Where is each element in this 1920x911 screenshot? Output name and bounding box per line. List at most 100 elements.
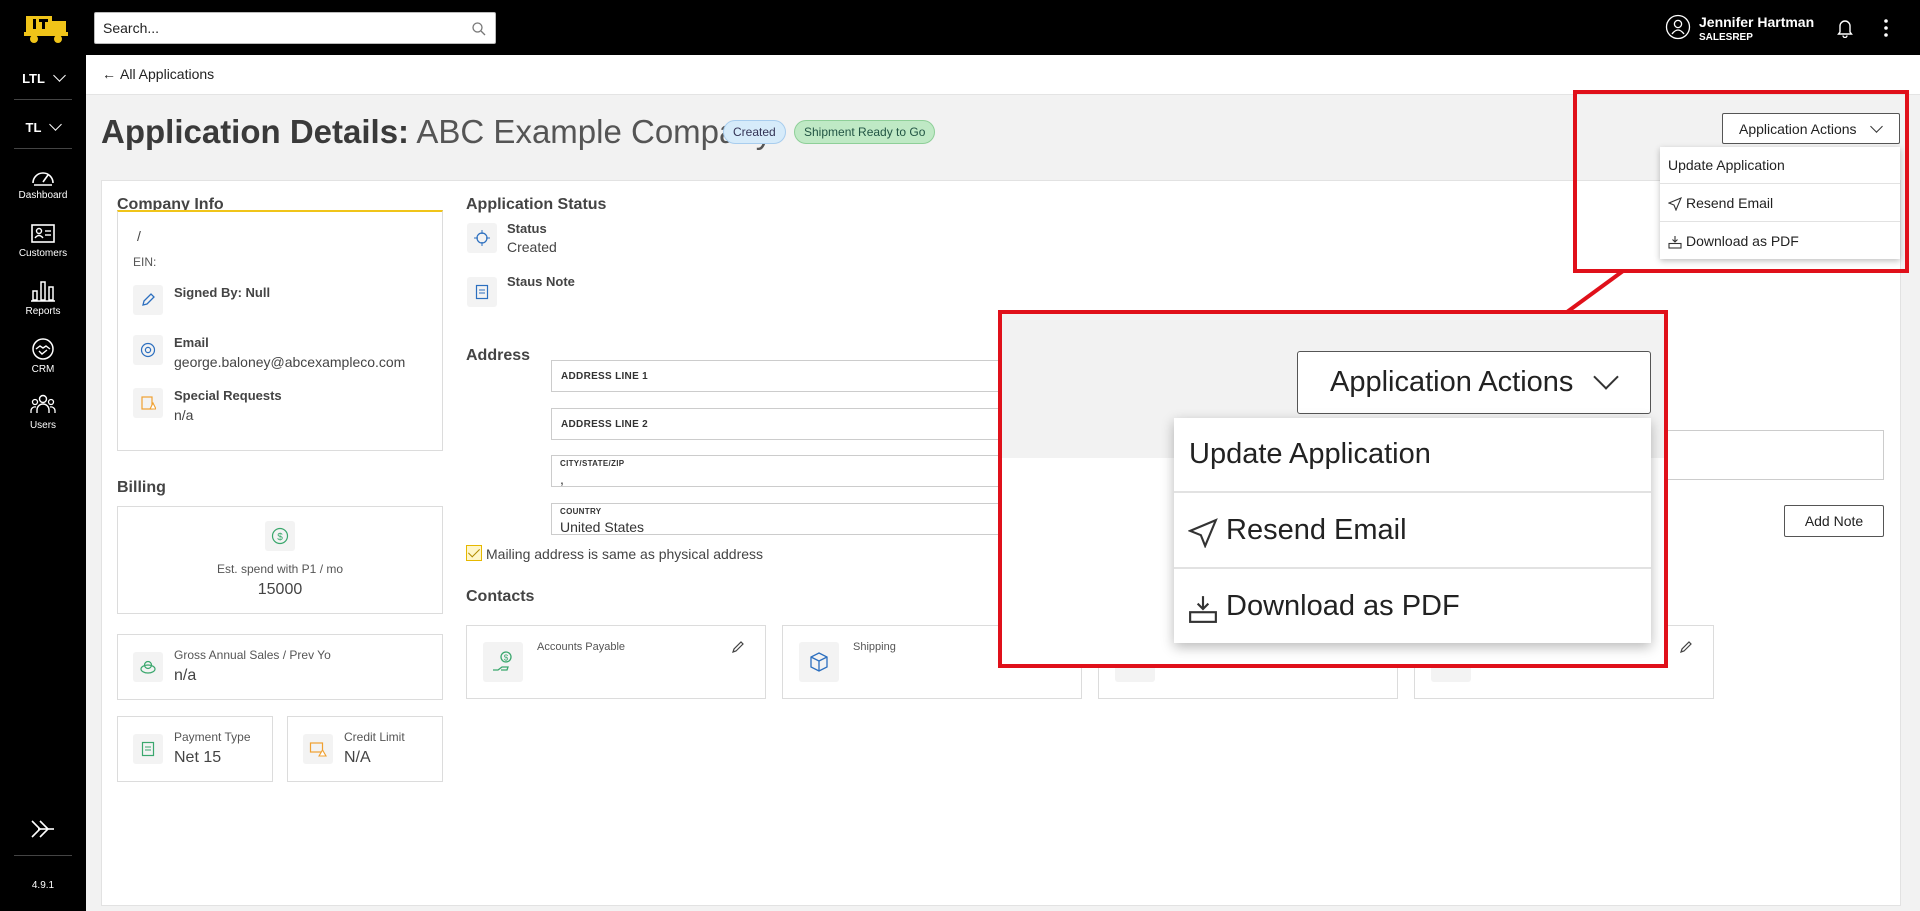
- divider: [14, 99, 72, 100]
- sidebar-dropdown-tl[interactable]: TL: [0, 118, 86, 135]
- gross-sales-card: Gross Annual Sales / Prev Yo n/a: [117, 634, 443, 700]
- mailing-same-label: Mailing address is same as physical addr…: [486, 546, 764, 562]
- edit-pencil-icon[interactable]: [731, 640, 745, 654]
- status-note-label: Staus Note: [507, 274, 575, 289]
- search-input[interactable]: [95, 13, 455, 43]
- divider: [14, 855, 72, 856]
- special-requests-label: Special Requests: [174, 388, 282, 403]
- sidebar-dropdown-ltl[interactable]: LTL: [0, 69, 86, 86]
- top-bar: Jennifer Hartman SALESREP: [0, 0, 1920, 55]
- billing-title: Billing: [117, 479, 166, 496]
- sidebar-item-reports[interactable]: Reports: [0, 279, 86, 317]
- sidebar-item-customers[interactable]: Customers: [0, 223, 86, 259]
- sidebar-item-dashboard[interactable]: Dashboard: [0, 165, 86, 201]
- chevron-down-icon: [53, 69, 66, 82]
- arrow-left-icon: ←: [102, 66, 116, 82]
- add-note-button[interactable]: Add Note: [1784, 505, 1884, 537]
- highlight-box: [1573, 90, 1909, 273]
- gauge-icon: [32, 172, 54, 186]
- sidebar-item-crm[interactable]: CRM: [0, 337, 86, 375]
- download-icon: [1189, 596, 1217, 623]
- payment-type-value: Net 15: [174, 749, 222, 766]
- expand-sidebar-icon[interactable]: [28, 817, 58, 841]
- credit-limit-value: N/A: [344, 749, 371, 766]
- more-options-icon[interactable]: [1880, 17, 1892, 39]
- package-icon: [799, 642, 839, 682]
- back-to-all-applications-link[interactable]: ← All Applications: [102, 66, 214, 82]
- zoom-application-actions-button[interactable]: Application Actions: [1297, 351, 1651, 414]
- menu-item-label: Download as PDF: [1226, 590, 1460, 622]
- contact-card-accounts-payable[interactable]: $ Accounts Payable: [466, 625, 766, 699]
- svg-text:$: $: [504, 654, 509, 663]
- sidebar-dropdown-label: TL: [25, 120, 42, 135]
- city-state-zip-value: ,: [560, 471, 564, 487]
- zoom-menu-item-download-pdf[interactable]: Download as PDF: [1174, 570, 1651, 645]
- status-badge-created: Created: [723, 120, 786, 144]
- ein-label: EIN:: [133, 255, 157, 269]
- avatar-icon: [1665, 14, 1691, 40]
- money-hand-icon: $: [483, 642, 523, 682]
- users-icon: [30, 394, 56, 413]
- chevron-down-icon: [49, 118, 63, 131]
- zoom-callout: Application Actions Update Application R…: [998, 310, 1668, 668]
- est-spend-label: Est. spend with P1 / mo: [216, 562, 344, 576]
- note-icon: [467, 277, 497, 307]
- status-badge-shipment-ready: Shipment Ready to Go: [794, 120, 936, 144]
- est-spend-card: $ Est. spend with P1 / mo 15000: [117, 506, 443, 614]
- credit-warning-icon: [303, 734, 333, 764]
- pencil-icon: [133, 285, 163, 315]
- sidebar-item-users[interactable]: Users: [0, 393, 86, 431]
- send-icon: [1188, 518, 1218, 548]
- sidebar-item-label: Users: [29, 420, 57, 431]
- money-stack-icon: [133, 652, 163, 682]
- sidebar-dropdown-label: LTL: [22, 71, 45, 86]
- note-textarea[interactable]: [1660, 430, 1884, 480]
- zoom-menu-item-update-application[interactable]: Update Application: [1174, 418, 1651, 493]
- page-title-company: ABC Example Company: [416, 113, 773, 150]
- email-value: george.baloney@abcexampleco.com: [174, 354, 406, 370]
- payment-type-label: Payment Type: [174, 730, 251, 744]
- special-requests-value: n/a: [174, 407, 194, 423]
- address-line-2-placeholder: ADDRESS LINE 2: [561, 419, 648, 430]
- id-card-icon: [31, 224, 55, 243]
- zoom-application-actions-label: Application Actions: [1330, 366, 1574, 398]
- divider: [14, 148, 72, 149]
- edit-pencil-icon[interactable]: [1679, 640, 1693, 654]
- callout-connector: [1565, 269, 1625, 314]
- application-status-title: Application Status: [466, 196, 607, 213]
- zoom-menu-item-resend-email[interactable]: Resend Email: [1174, 494, 1651, 569]
- payment-type-card: Payment Type Net 15: [117, 716, 273, 782]
- sidebar: LTL TL Dashboard Customers Reports CRM U…: [0, 55, 86, 911]
- breadcrumb: ← All Applications: [86, 55, 1920, 95]
- bar-chart-icon: [31, 281, 55, 302]
- gross-sales-value: n/a: [174, 667, 197, 684]
- signed-by-label: Signed By: Null: [174, 285, 271, 300]
- menu-item-label: Update Application: [1189, 438, 1431, 470]
- company-location: /: [137, 228, 141, 244]
- bell-icon[interactable]: [1836, 18, 1854, 38]
- status-value: Created: [507, 239, 557, 255]
- breadcrumb-label: All Applications: [120, 66, 215, 82]
- mailing-same-checkbox[interactable]: [466, 545, 482, 561]
- document-icon: [133, 734, 163, 764]
- svg-text:$: $: [277, 532, 283, 543]
- contact-label: Shipping: [853, 641, 896, 653]
- crosshair-icon: [467, 223, 497, 253]
- contact-label: Accounts Payable: [537, 641, 626, 653]
- search-box[interactable]: [94, 12, 496, 44]
- chevron-down-icon: [1593, 364, 1619, 390]
- credit-limit-label: Credit Limit: [344, 730, 405, 744]
- user-name: Jennifer Hartman: [1699, 14, 1815, 30]
- page-title: Application Details: ABC Example Company: [101, 113, 772, 151]
- search-icon[interactable]: [471, 21, 487, 37]
- page-title-prefix: Application Details:: [101, 113, 410, 150]
- country-value: United States: [560, 519, 645, 535]
- at-sign-icon: [133, 335, 163, 365]
- sidebar-item-label: Reports: [25, 306, 61, 317]
- address-line-1-placeholder: ADDRESS LINE 1: [561, 371, 648, 382]
- sidebar-item-label: Dashboard: [18, 190, 68, 201]
- sidebar-item-label: CRM: [31, 364, 55, 375]
- truck-logo-icon[interactable]: [22, 12, 72, 44]
- est-spend-value: 15000: [257, 581, 303, 598]
- sidebar-item-label: Customers: [18, 248, 68, 259]
